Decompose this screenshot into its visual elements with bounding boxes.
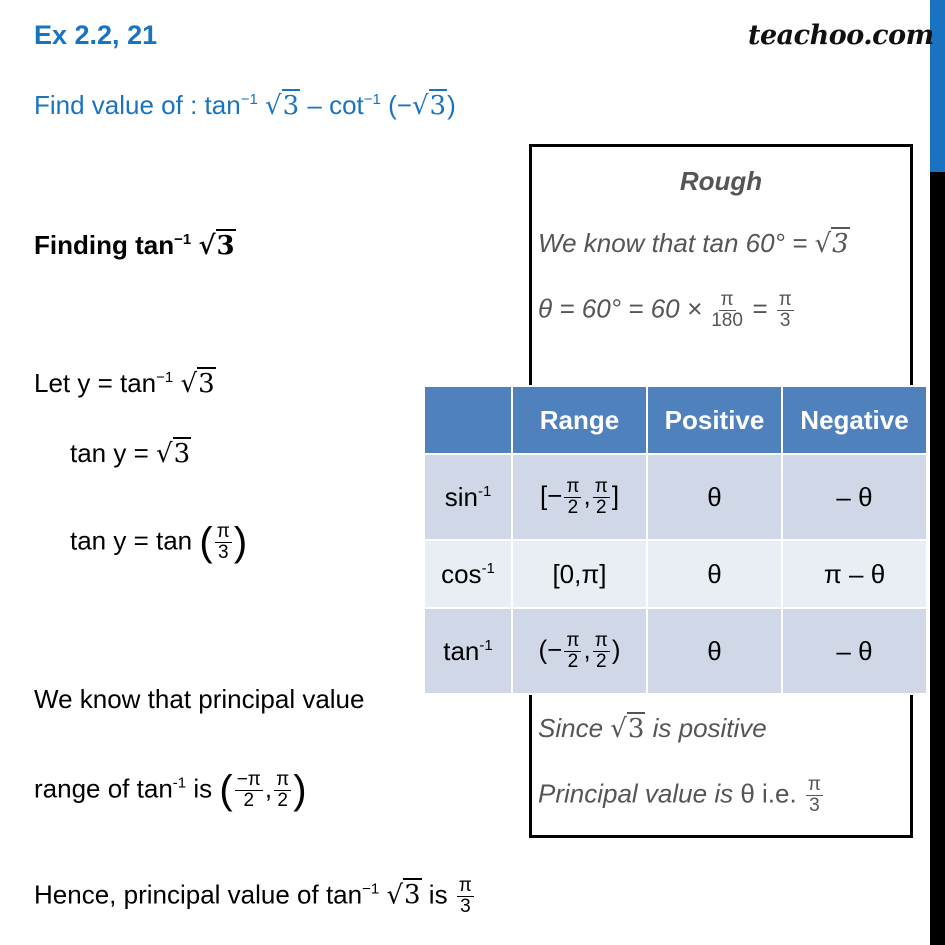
- function-cell: sin-1: [423, 453, 513, 541]
- fraction-pi-3: π3: [805, 774, 824, 816]
- hence-line: Hence, principal value of tan−1 √3 is π3: [34, 875, 474, 917]
- sqrt-3: √3: [386, 878, 422, 911]
- range-cell: [− π 2, π 2]: [511, 453, 648, 541]
- fraction-pi-2: π2: [274, 769, 292, 811]
- table-row: cos-1 [0,π] θ π – θ: [423, 539, 928, 609]
- table-header-row: Range Positive Negative: [423, 385, 928, 455]
- sqrt-3: √3: [180, 367, 216, 399]
- rough-title: Rough: [679, 166, 763, 196]
- range-cell: [0,π]: [511, 539, 648, 609]
- rough-line-positive: Since √3 is positive: [538, 712, 767, 744]
- range-cell: (− π 2, π 2): [511, 607, 648, 695]
- table-header-negative: Negative: [781, 385, 928, 455]
- fraction-pi-3: π3: [456, 875, 474, 917]
- we-know-line: We know that principal value: [34, 684, 365, 714]
- positive-cell: θ: [646, 453, 783, 541]
- function-cell: cos-1: [423, 539, 513, 609]
- sqrt-3: √3: [156, 437, 192, 469]
- table-header-range: Range: [511, 385, 648, 455]
- table-row: tan-1 (− π 2, π 2) θ – θ: [423, 607, 928, 695]
- table-row: sin-1 [− π 2, π 2] θ – θ: [423, 453, 928, 541]
- tan-y-line: tan y = √3: [70, 437, 192, 469]
- sqrt-3: √3: [814, 227, 850, 259]
- sqrt-3: √3: [198, 229, 236, 261]
- table-header-blank: [423, 385, 513, 455]
- negative-cell: π – θ: [781, 539, 928, 609]
- brand-logo: teachoo.com: [748, 20, 934, 51]
- inverse-trig-table: Range Positive Negative sin-1 [− π 2, π 2] θ…: [423, 385, 928, 695]
- superscript: −1: [240, 91, 258, 108]
- sqrt-3: √3: [610, 712, 646, 744]
- question-text: ): [447, 90, 456, 120]
- rough-line-tan60: We know that tan 60° = √3: [538, 227, 850, 259]
- finding-heading: Finding tan−1 √3: [34, 229, 236, 261]
- negative-cell: – θ: [781, 607, 928, 695]
- fraction-neg-pi-2: −π 2: [234, 769, 263, 811]
- rough-line-theta: θ = 60° = 60 × π 180 = π3: [538, 289, 794, 331]
- table-header-positive: Positive: [646, 385, 783, 455]
- function-cell: tan-1: [423, 607, 513, 695]
- fraction-pi-3: π3: [776, 289, 794, 331]
- superscript: −1: [363, 91, 381, 108]
- rough-line-principal: Principal value is θ i.e. π3: [538, 774, 824, 816]
- tan-y-tan-line: tan y = tan (π 3): [70, 520, 248, 564]
- positive-cell: θ: [646, 539, 783, 609]
- question-text: Find value of : tan: [34, 90, 241, 120]
- negative-cell: – θ: [781, 453, 928, 541]
- question-text: – cot: [300, 90, 364, 120]
- range-line: range of tan-1 is (−π 2, π 2): [34, 768, 307, 812]
- scrollbar-track[interactable]: [930, 172, 945, 945]
- question-text: (−: [380, 90, 412, 120]
- fraction-pi-180: π 180: [711, 289, 743, 331]
- sqrt-3: √3: [411, 89, 448, 121]
- fraction-pi-3: π3: [214, 521, 232, 563]
- let-y-line: Let y = tan−1 √3: [34, 367, 216, 399]
- question: Find value of : tan−1 √3 – cot−1 (−√3): [34, 89, 456, 121]
- exercise-title: Ex 2.2, 21: [34, 20, 158, 50]
- positive-cell: θ: [646, 607, 783, 695]
- sqrt-3: √3: [265, 89, 301, 121]
